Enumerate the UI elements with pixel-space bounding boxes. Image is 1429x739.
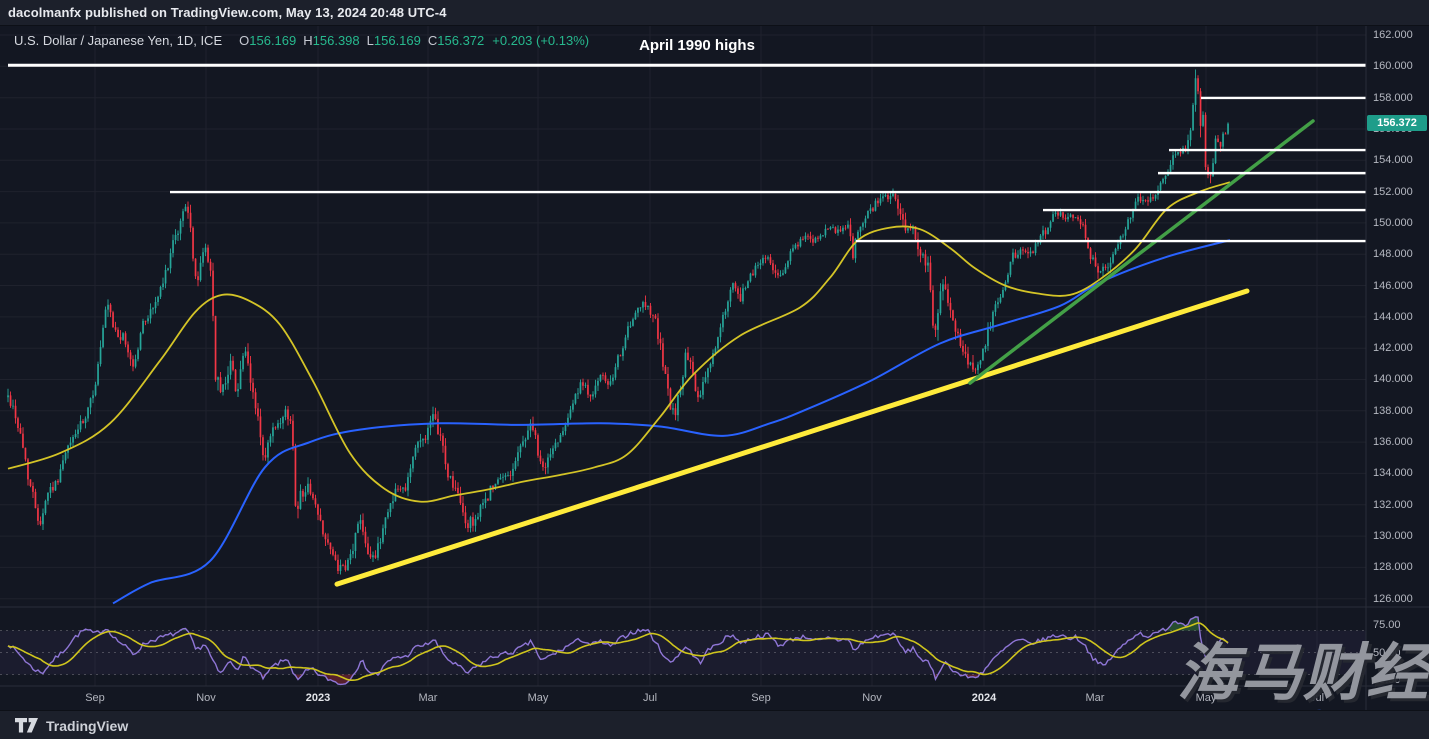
time-axis-label-2023: 2023 [306,692,330,704]
price-axis-label: 138.000 [1373,405,1413,417]
tradingview-logo[interactable] [14,717,39,734]
price-axis-label: 126.000 [1373,593,1413,605]
rsi-axis-label: 75.00 [1373,619,1401,631]
time-axis-label-nov: Nov [862,692,882,704]
high-value: 156.398 [313,33,360,48]
time-axis-label-jul: Jul [643,692,657,704]
time-axis-label-sep: Sep [85,692,105,704]
low-value: 156.169 [374,33,421,48]
time-axis-label-2024: 2024 [972,692,996,704]
open-label: O [239,33,249,48]
grid-lines [0,25,1366,686]
price-axis-label: 134.000 [1373,467,1413,479]
price-axis-label: 152.000 [1373,186,1413,198]
rsi-overbought-fill [83,617,1199,631]
price-axis-label: 150.000 [1373,217,1413,229]
open-value: 156.169 [249,33,296,48]
footer-brand: TradingView [46,718,128,734]
major-yellow-uptrend[interactable] [337,291,1247,584]
price-axis-label: 142.000 [1373,342,1413,354]
price-axis-label: 154.000 [1373,154,1413,166]
price-axis-label: 128.000 [1373,561,1413,573]
time-axis-label-mar: Mar [419,692,438,704]
april-1990-highs-annotation[interactable]: April 1990 highs [592,37,802,54]
price-axis-label: 162.000 [1373,29,1413,41]
price-axis-label: 130.000 [1373,530,1413,542]
last-price-badge: 156.372 [1367,115,1427,131]
high-label: H [303,33,312,48]
time-axis-label-may: May [528,692,549,704]
publish-bar: dacolmanfx published on TradingView.com,… [0,0,1429,26]
change-value: +0.203 (+0.13%) [492,33,589,48]
watermark-chinese: 海马财经 [1177,643,1429,705]
tradingview-chart-window: dacolmanfx published on TradingView.com,… [0,0,1429,739]
price-axis-label: 146.000 [1373,280,1413,292]
price-axis-label: 148.000 [1373,248,1413,260]
symbol-title: U.S. Dollar / Japanese Yen, 1D, ICE [14,33,222,48]
price-axis-label: 144.000 [1373,311,1413,323]
close-label: C [428,33,437,48]
price-chart-canvas[interactable] [0,0,1429,739]
time-axis-label-sep: Sep [751,692,771,704]
publish-text: dacolmanfx published on TradingView.com,… [8,5,447,20]
up-candle-wicks [8,70,1228,575]
low-label: L [367,33,374,48]
down-candle-wicks [11,75,1226,574]
close-value: 156.372 [437,33,484,48]
ma-fast-yellow-line [8,182,1230,502]
price-axis-label: 140.000 [1373,373,1413,385]
price-axis-label: 136.000 [1373,436,1413,448]
symbol-legend[interactable]: U.S. Dollar / Japanese Yen, 1D, ICE O156… [14,33,589,48]
time-axis-label-mar: Mar [1086,692,1105,704]
price-axis-label: 160.000 [1373,60,1413,72]
time-axis[interactable]: SepNov2023MarMayJulSepNov2024MarMayJul [0,686,1366,710]
footer-bar: TradingView [0,710,1429,739]
price-axis-label: 158.000 [1373,92,1413,104]
price-axis-label: 132.000 [1373,499,1413,511]
time-axis-label-nov: Nov [196,692,216,704]
